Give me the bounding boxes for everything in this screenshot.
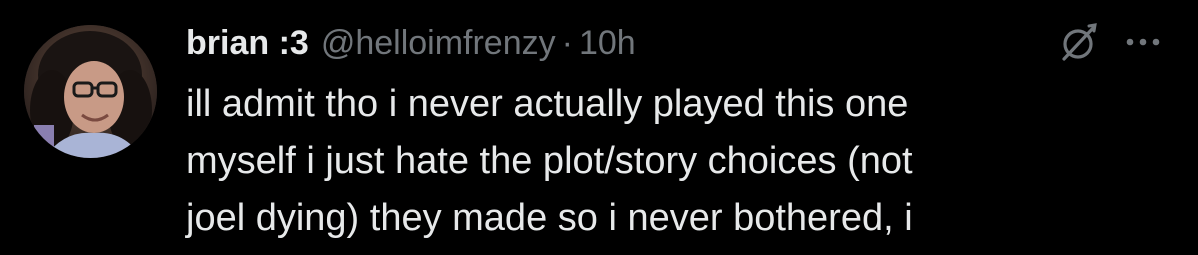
avatar[interactable] xyxy=(24,25,157,158)
tweet-text: ill admit tho i never actually played th… xyxy=(186,76,1176,247)
avatar-image xyxy=(24,25,157,158)
author-display-name[interactable]: brian :3 xyxy=(186,24,309,63)
timestamp[interactable]: 10h xyxy=(579,24,636,63)
tweet-header: brian :3 @helloimfrenzy · 10h xyxy=(186,18,636,68)
tweet-text-line: joel dying) they made so i never bothere… xyxy=(186,197,913,239)
author-handle[interactable]: @helloimfrenzy xyxy=(321,24,556,63)
tweet-text-line: myself i just hate the plot/story choice… xyxy=(186,140,913,182)
tweet[interactable]: brian :3 @helloimfrenzy · 10h ill admit … xyxy=(0,0,1198,255)
tweet-text-line: ill admit tho i never actually played th… xyxy=(186,83,909,125)
more-options-icon[interactable] xyxy=(1124,36,1164,48)
grok-slash-circle-icon[interactable] xyxy=(1058,22,1100,64)
separator-dot: · xyxy=(561,23,573,62)
